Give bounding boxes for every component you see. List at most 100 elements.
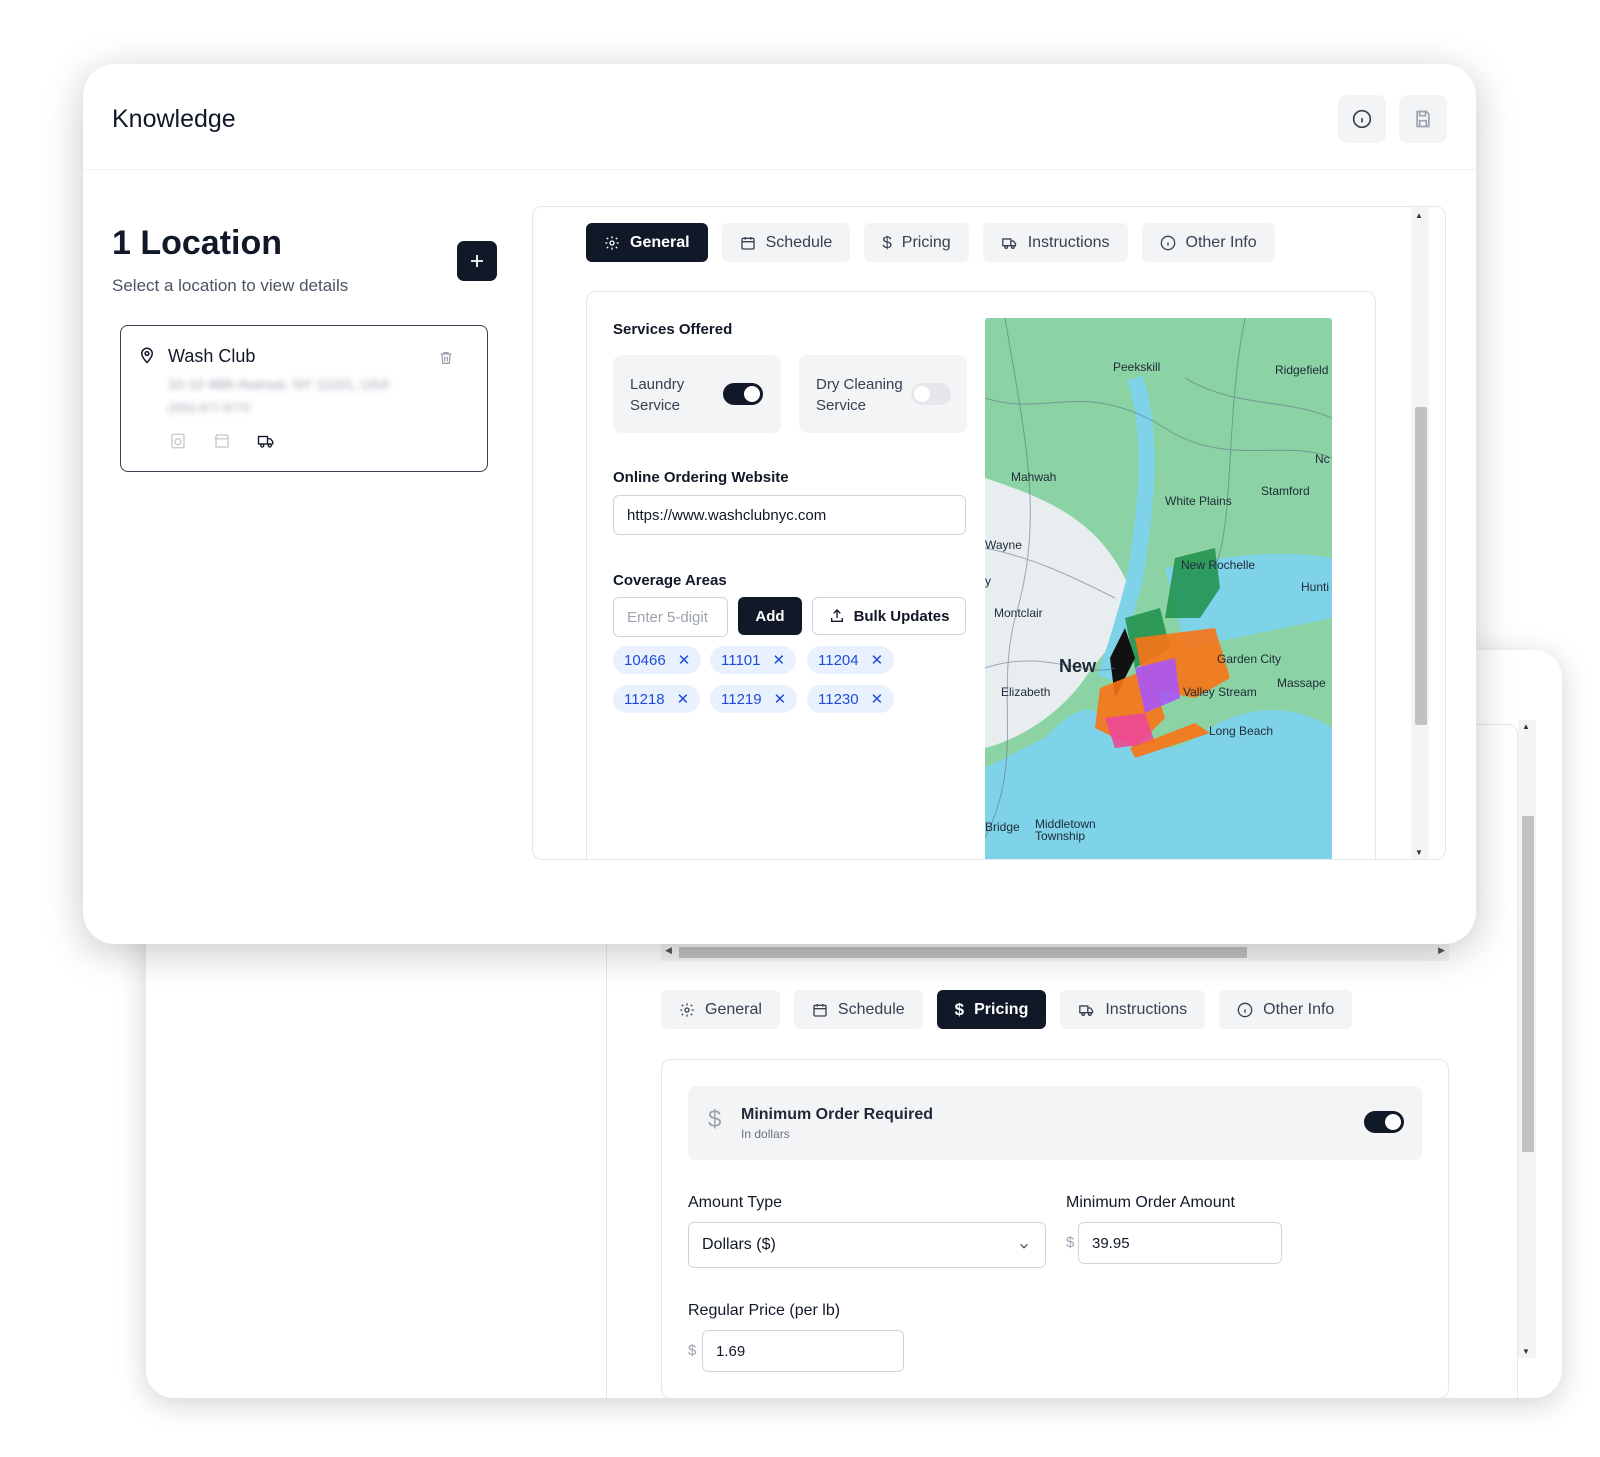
zip-chip-label: 11219 bbox=[721, 690, 762, 708]
map-label: New Rochelle bbox=[1181, 558, 1256, 572]
tab-label: Instructions bbox=[1027, 233, 1110, 251]
zip-chip: 11101 ✕ bbox=[710, 646, 797, 674]
tab-label: Instructions bbox=[1105, 1000, 1188, 1018]
store-icon bbox=[214, 434, 230, 448]
info-icon bbox=[1160, 235, 1175, 250]
tab-general[interactable]: General bbox=[586, 223, 708, 262]
tab-label: Other Info bbox=[1263, 1000, 1335, 1018]
calendar-icon bbox=[740, 236, 755, 250]
zip-placeholder: Enter 5-digit bbox=[627, 608, 708, 626]
dry-cleaning-card: Dry Cleaning Service bbox=[799, 355, 967, 433]
truck-icon bbox=[257, 435, 274, 448]
map-label: Nc bbox=[1315, 452, 1330, 466]
back-scrollbar[interactable]: ▲ ▼ bbox=[1518, 720, 1536, 1358]
tab-label: Other Info bbox=[1185, 233, 1257, 251]
map-label: Middletown Township bbox=[1035, 817, 1096, 843]
close-icon[interactable]: ✕ bbox=[677, 690, 690, 708]
tab-label: Pricing bbox=[901, 233, 951, 251]
tab-other-info[interactable]: Other Info bbox=[1141, 223, 1275, 262]
regular-price-label: Regular Price (per lb) bbox=[688, 1302, 841, 1319]
map-label: Wayne bbox=[985, 538, 1022, 552]
coverage-map[interactable]: Peekskill Ridgefield Mahwah White Plains… bbox=[985, 318, 1332, 859]
amount-type-select[interactable]: Dollars ($) bbox=[688, 1222, 1046, 1268]
min-order-row: $ Minimum Order Required In dollars bbox=[688, 1086, 1422, 1160]
zip-input[interactable]: Enter 5-digit bbox=[613, 597, 728, 637]
map-label: Ridgefield bbox=[1275, 363, 1329, 377]
tab-instructions[interactable]: Instructions bbox=[982, 223, 1128, 262]
min-amount-value: 39.95 bbox=[1092, 1234, 1130, 1252]
close-icon[interactable]: ✕ bbox=[678, 651, 691, 669]
tab-instructions[interactable]: Instructions bbox=[1060, 990, 1206, 1029]
save-icon bbox=[1416, 110, 1430, 128]
panel-scrollbar[interactable]: ▲ ▼ bbox=[1411, 207, 1429, 859]
map-label: Hunti bbox=[1301, 580, 1330, 594]
map-label: New bbox=[1059, 656, 1097, 676]
map-label: Long Beach bbox=[1209, 724, 1274, 738]
map-label: Montclair bbox=[994, 606, 1043, 620]
regular-price-input[interactable]: 1.69 bbox=[702, 1330, 904, 1372]
add-zip-button[interactable]: Add bbox=[738, 597, 802, 635]
info-button[interactable] bbox=[1338, 95, 1386, 143]
close-icon[interactable]: ✕ bbox=[871, 651, 884, 669]
amount-type-label: Amount Type bbox=[688, 1194, 782, 1211]
tab-schedule[interactable]: Schedule bbox=[721, 223, 851, 262]
truck-icon bbox=[1001, 237, 1016, 249]
calendar-icon bbox=[813, 1003, 827, 1017]
bulk-updates-button[interactable]: Bulk Updates bbox=[812, 597, 966, 635]
tab-other-info[interactable]: Other Info bbox=[1219, 990, 1353, 1029]
tab-label: Pricing bbox=[974, 1000, 1029, 1018]
tab-label: Schedule bbox=[765, 233, 833, 251]
upload-icon bbox=[830, 609, 843, 622]
website-input[interactable]: https://www.washclubnyc.com bbox=[613, 495, 966, 535]
tab-schedule[interactable]: Schedule bbox=[793, 990, 923, 1029]
map-pin-icon bbox=[140, 347, 154, 364]
map-label: y bbox=[985, 574, 991, 588]
back-tab-bar: General Schedule $ Pricing Instructions … bbox=[661, 990, 1353, 1029]
tab-pricing[interactable]: $ Pricing bbox=[864, 223, 969, 262]
website-value: https://www.washclubnyc.com bbox=[627, 506, 827, 524]
zip-chip: 11230 ✕ bbox=[807, 685, 895, 713]
location-phone: (555) 877-9770 bbox=[168, 401, 251, 415]
close-icon[interactable]: ✕ bbox=[774, 690, 787, 708]
info-icon bbox=[1352, 109, 1372, 129]
save-button[interactable] bbox=[1399, 95, 1447, 143]
map-label: Bridge bbox=[985, 820, 1020, 834]
laundry-service-label: Laundry Service bbox=[630, 376, 685, 414]
laundry-service-card: Laundry Service bbox=[613, 355, 781, 433]
tab-bar: General Schedule $ Pricing Instructions … bbox=[586, 223, 1275, 262]
min-amount-input[interactable]: 39.95 bbox=[1078, 1222, 1282, 1264]
currency-symbol: $ bbox=[688, 1342, 697, 1359]
tab-pricing[interactable]: $ Pricing bbox=[936, 990, 1047, 1029]
gear-icon bbox=[605, 235, 619, 250]
dry-cleaning-toggle[interactable] bbox=[911, 383, 951, 405]
min-order-subtitle: In dollars bbox=[741, 1127, 790, 1141]
zip-chip-label: 11204 bbox=[818, 651, 859, 669]
zip-chip-label: 10466 bbox=[624, 651, 666, 669]
zip-chip-label: 11230 bbox=[818, 690, 859, 708]
coverage-label: Coverage Areas bbox=[613, 572, 727, 589]
dollar-icon: $ bbox=[954, 999, 965, 1019]
close-icon[interactable]: ✕ bbox=[773, 651, 786, 669]
map-label: Valley Stream bbox=[1183, 685, 1257, 699]
map-label: Mahwah bbox=[1011, 470, 1057, 484]
tab-general[interactable]: General bbox=[661, 990, 780, 1029]
map-label: Stamford bbox=[1261, 484, 1310, 498]
min-order-toggle[interactable] bbox=[1364, 1111, 1404, 1133]
zip-chip: 10466 ✕ bbox=[613, 646, 702, 674]
info-icon bbox=[1237, 1002, 1253, 1017]
add-location-button[interactable] bbox=[457, 241, 497, 281]
amount-type-value: Dollars ($) bbox=[702, 1236, 776, 1253]
add-zip-label: Add bbox=[755, 607, 785, 625]
bulk-updates-label: Bulk Updates bbox=[853, 607, 950, 625]
laundry-toggle[interactable] bbox=[723, 383, 763, 405]
trash-icon[interactable] bbox=[438, 350, 454, 366]
laundry-icon bbox=[171, 433, 185, 449]
map-label: Elizabeth bbox=[1001, 685, 1051, 699]
tab-label: General bbox=[705, 1000, 762, 1018]
close-icon[interactable]: ✕ bbox=[871, 690, 884, 708]
horizontal-scrollbar[interactable]: ◀ ▶ bbox=[661, 943, 1449, 961]
zip-chip-label: 11218 bbox=[624, 690, 665, 708]
tab-label: Schedule bbox=[837, 1000, 905, 1018]
location-address: 10-10 48th Avenue, NY 11101, USA bbox=[168, 376, 390, 392]
location-card[interactable]: Wash Club 10-10 48th Avenue, NY 11101, U… bbox=[120, 325, 488, 472]
